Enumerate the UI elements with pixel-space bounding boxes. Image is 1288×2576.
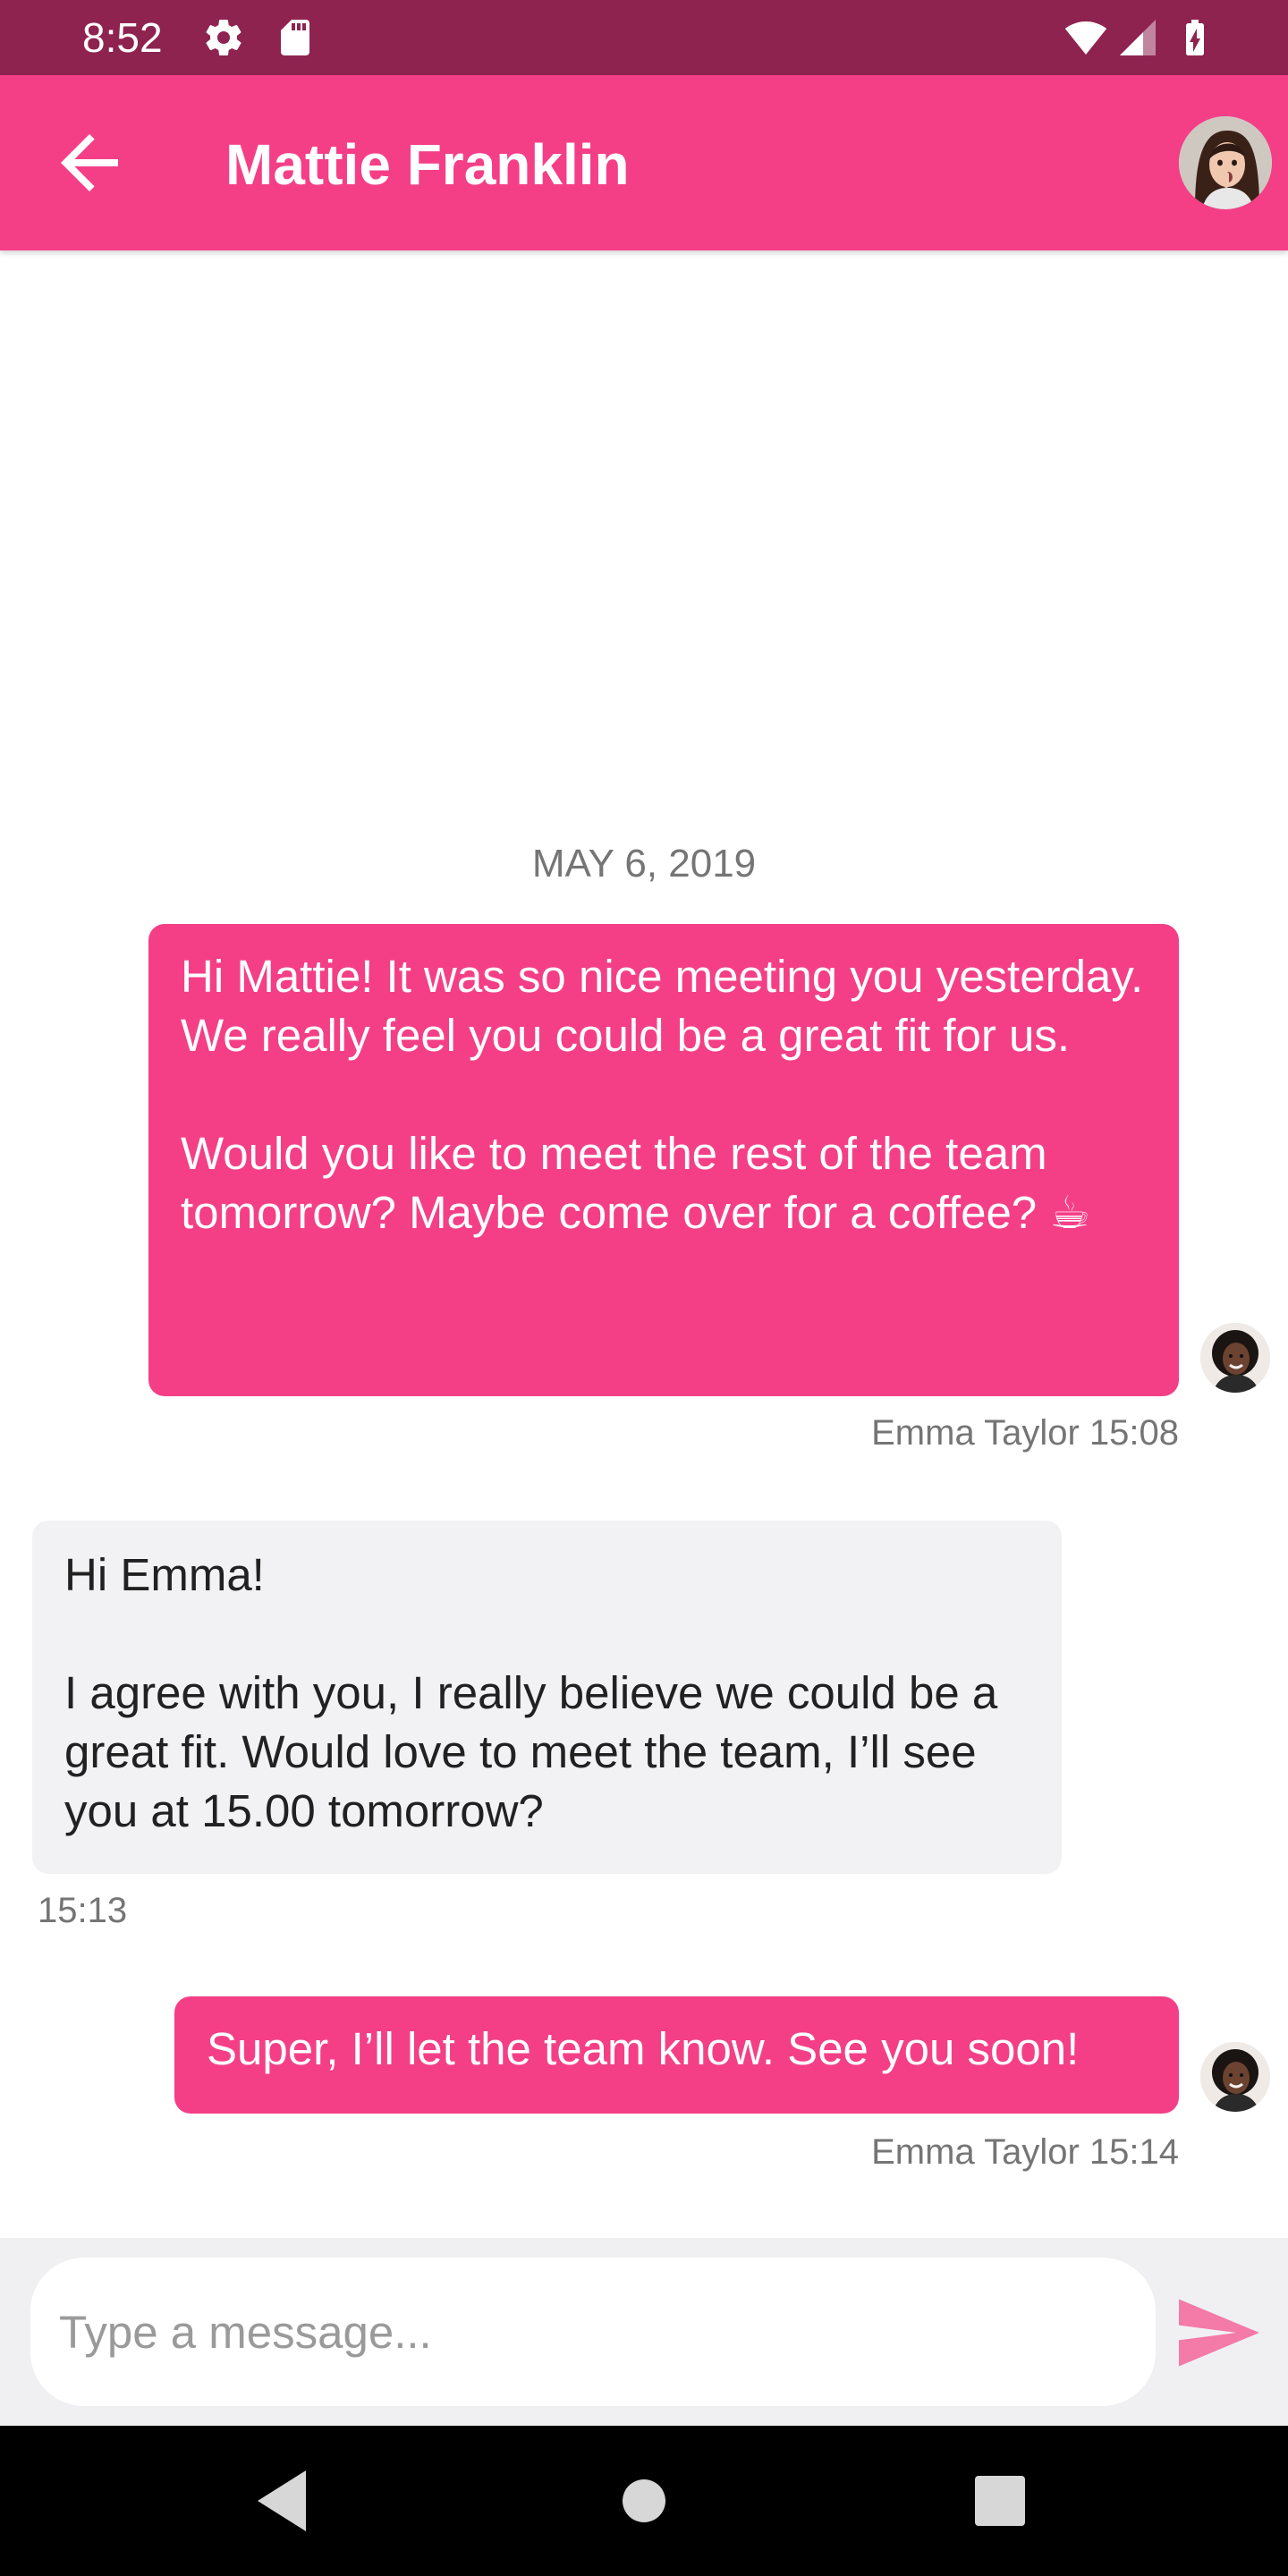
wifi-icon <box>1064 21 1107 55</box>
outgoing-message-bubble[interactable]: Hi Mattie! It was so nice meeting you ye… <box>148 924 1179 1396</box>
contact-name: Mattie Franklin <box>225 132 630 197</box>
gear-icon <box>206 20 242 56</box>
date-separator: MAY 6, 2019 <box>531 842 757 886</box>
status-time: 8:52 <box>82 14 163 61</box>
battery-charging-icon <box>1186 20 1204 55</box>
sender-avatar-image <box>1200 1323 1270 1393</box>
incoming-message-bubble[interactable]: Hi Emma! I agree with you, I really beli… <box>32 1521 1062 1874</box>
sd-card-icon <box>281 20 309 55</box>
back-triangle-icon[interactable] <box>242 2458 327 2544</box>
contact-avatar[interactable] <box>1179 116 1272 209</box>
sender-avatar-image <box>1200 2042 1270 2112</box>
contact-avatar-image <box>1179 116 1272 209</box>
system-nav-bar <box>0 2426 1288 2576</box>
send-icon[interactable] <box>1179 2299 1259 2367</box>
cellular-signal-icon <box>1120 20 1156 55</box>
status-bar: 8:52 <box>0 0 1288 75</box>
message-meta: Emma Taylor 15:14 <box>871 2132 1179 2172</box>
message-meta: Emma Taylor 15:08 <box>871 1413 1179 1453</box>
message-composer <box>0 2238 1288 2426</box>
outgoing-message-bubble[interactable]: Super, I’ll let the team know. See you s… <box>174 1996 1179 2114</box>
sender-avatar <box>1200 1323 1270 1393</box>
app-bar: Mattie Franklin <box>0 75 1288 250</box>
message-input[interactable] <box>30 2258 1156 2406</box>
message-meta: 15:13 <box>38 1891 128 1930</box>
sender-avatar <box>1200 2042 1270 2112</box>
recents-square-icon[interactable] <box>957 2458 1043 2544</box>
home-circle-icon[interactable] <box>601 2458 687 2544</box>
back-arrow-icon[interactable] <box>47 120 132 206</box>
